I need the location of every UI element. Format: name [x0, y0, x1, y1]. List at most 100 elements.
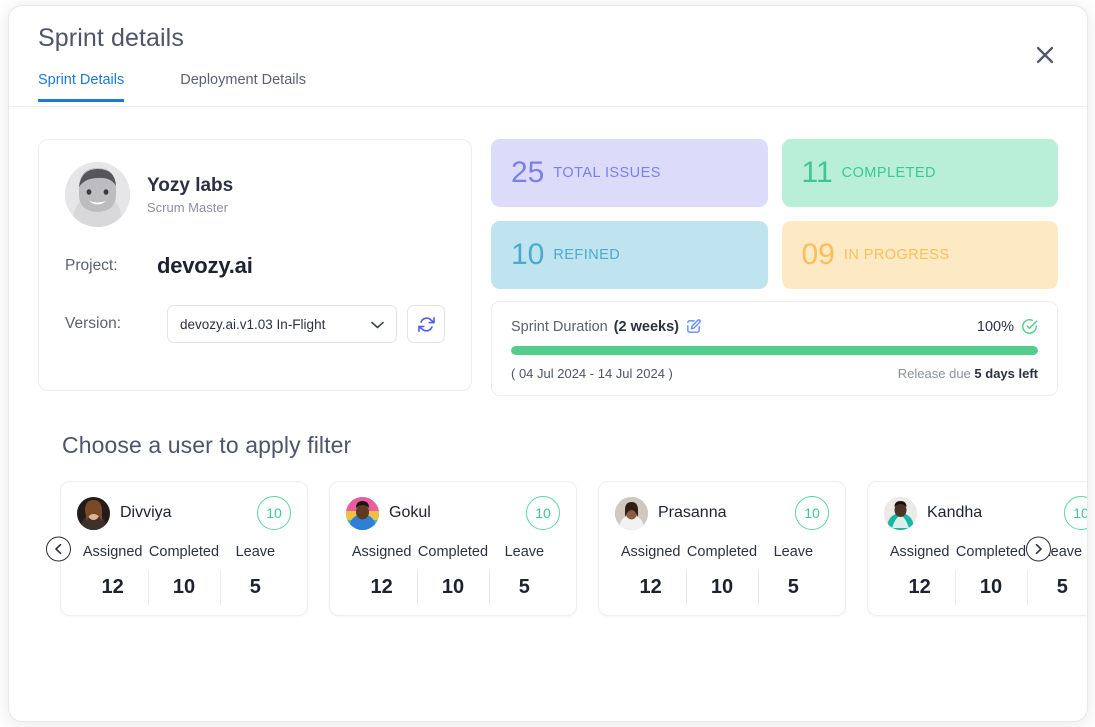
metrics-column: 25 TOTAL ISSUES 11 COMPLETED 10 REFINED …	[491, 139, 1058, 396]
stat-val: 12	[908, 576, 931, 598]
profile-header: Yozy labs Scrum Master	[65, 162, 445, 227]
user-stat-assigned: Assigned 12	[884, 544, 955, 599]
duration-weeks: (2 weeks)	[613, 318, 680, 335]
avatar	[77, 496, 110, 530]
stat-label: IN PROGRESS	[843, 247, 950, 263]
user-badge: 10	[526, 496, 560, 530]
stat-value: 10	[511, 238, 545, 271]
duration-title-group: Sprint Duration (2 weeks)	[511, 318, 702, 335]
sprint-details-modal: Sprint details Sprint Details Deployment…	[8, 5, 1088, 722]
user-name: Divviya	[120, 504, 172, 521]
user-stat-completed: Completed 10	[955, 544, 1027, 605]
user-card-header: Kandha 10	[884, 496, 1087, 530]
stat-val: 12	[370, 576, 393, 598]
release-due: Release due 5 days left	[898, 366, 1038, 381]
profile-card: Yozy labs Scrum Master Project: devozy.a…	[38, 139, 472, 391]
stat-label: TOTAL ISSUES	[553, 165, 661, 181]
chevron-left-icon[interactable]	[46, 536, 71, 561]
user-stat-assigned: Assigned 12	[615, 544, 686, 599]
duration-percent-group: 100%	[977, 318, 1038, 335]
stat-val: 10	[979, 576, 1003, 598]
duration-dates: ( 04 Jul 2024 - 14 Jul 2024 )	[511, 366, 673, 381]
project-value: devozy.ai	[157, 253, 253, 278]
user-stat-assigned: Assigned 12	[77, 544, 148, 599]
stat-key: Assigned	[889, 544, 950, 560]
user-card-kandha[interactable]: Kandha 10 Assigned 12 Completed 10 Leave…	[867, 481, 1087, 616]
version-label: Version:	[65, 315, 122, 332]
user-stat-completed: Completed 10	[686, 544, 758, 605]
duration-progress-track	[511, 346, 1038, 355]
user-stats: Assigned 12 Completed 10 Leave 5	[884, 544, 1087, 605]
stat-val: 5	[787, 576, 799, 598]
avatar	[346, 496, 379, 530]
stat-key: Completed	[686, 544, 758, 560]
user-badge: 10	[257, 496, 291, 530]
stat-key: Completed	[955, 544, 1027, 560]
summary-row: Yozy labs Scrum Master Project: devozy.a…	[38, 139, 1058, 396]
user-badge: 10	[1064, 496, 1087, 530]
avatar	[65, 162, 130, 227]
stat-card-grid: 25 TOTAL ISSUES 11 COMPLETED 10 REFINED …	[491, 139, 1058, 289]
user-card-header: Divviya 10	[77, 496, 291, 530]
version-select[interactable]: devozy.ai.v1.03 In-Flight	[167, 305, 398, 343]
user-card-divviya[interactable]: Divviya 10 Assigned 12 Completed 10 Leav…	[60, 481, 308, 616]
stat-key: Leave	[235, 544, 276, 560]
project-label: Project:	[65, 257, 118, 274]
stat-val: 5	[1056, 576, 1068, 598]
release-due-label: Release due	[897, 366, 971, 381]
check-circle-icon	[1021, 318, 1038, 335]
user-card-track: Divviya 10 Assigned 12 Completed 10 Leav…	[38, 481, 1087, 616]
page-title: Sprint details	[38, 24, 184, 52]
user-name: Prasanna	[658, 504, 727, 521]
user-name: Gokul	[389, 504, 431, 521]
refresh-button[interactable]	[407, 305, 445, 343]
profile-identity: Yozy labs Scrum Master	[147, 174, 233, 215]
stat-key: Completed	[417, 544, 489, 560]
user-card-gokul[interactable]: Gokul 10 Assigned 12 Completed 10 Leave …	[329, 481, 577, 616]
modal-body: Yozy labs Scrum Master Project: devozy.a…	[9, 139, 1087, 616]
user-stats: Assigned 12 Completed 10 Leave 5	[77, 544, 291, 605]
version-select-value: devozy.ai.v1.03 In-Flight	[180, 316, 326, 332]
tab-deployment-details[interactable]: Deployment Details	[180, 72, 306, 99]
close-icon[interactable]	[1029, 39, 1061, 71]
release-due-value: 5 days left	[974, 366, 1038, 381]
filter-heading: Choose a user to apply filter	[62, 432, 352, 458]
stat-card-completed[interactable]: 11 COMPLETED	[781, 139, 1058, 207]
stat-key: Assigned	[351, 544, 412, 560]
stat-label: COMPLETED	[841, 165, 936, 181]
user-stat-completed: Completed 10	[148, 544, 219, 605]
project-row: Project: devozy.ai	[65, 253, 445, 279]
profile-name: Yozy labs	[147, 175, 234, 197]
stat-key: Assigned	[82, 544, 143, 560]
user-stats: Assigned 12 Completed 10 Leave 5	[346, 544, 560, 605]
user-card-prasanna[interactable]: Prasanna 10 Assigned 12 Completed 10 Lea…	[598, 481, 846, 616]
duration-percent: 100%	[976, 318, 1014, 335]
stat-val: 10	[441, 576, 465, 598]
duration-footer: ( 04 Jul 2024 - 14 Jul 2024 ) Release du…	[511, 366, 1038, 381]
user-name: Kandha	[927, 504, 983, 521]
stat-val: 12	[639, 576, 662, 598]
tab-bar: Sprint Details Deployment Details	[38, 72, 306, 102]
avatar	[884, 496, 917, 530]
stat-key: Leave	[504, 544, 545, 560]
edit-icon[interactable]	[685, 318, 702, 335]
header-divider	[9, 106, 1087, 107]
user-card-header: Prasanna 10	[615, 496, 829, 530]
stat-val: 5	[518, 576, 530, 598]
stat-key: Leave	[773, 544, 814, 560]
user-stats: Assigned 12 Completed 10 Leave 5	[615, 544, 829, 605]
user-stat-leave: Leave 5	[488, 544, 560, 605]
user-carousel: Divviya 10 Assigned 12 Completed 10 Leav…	[38, 481, 1087, 616]
chevron-down-icon	[371, 318, 384, 331]
stat-card-total-issues[interactable]: 25 TOTAL ISSUES	[491, 139, 768, 207]
stat-card-in-progress[interactable]: 09 IN PROGRESS	[781, 221, 1058, 289]
tab-sprint-details[interactable]: Sprint Details	[38, 72, 125, 102]
modal-header: Sprint details Sprint Details Deployment…	[9, 6, 1087, 107]
user-stat-leave: Leave 5	[757, 544, 829, 605]
stat-card-refined[interactable]: 10 REFINED	[491, 221, 768, 289]
avatar	[615, 496, 648, 530]
stat-val: 12	[101, 576, 124, 598]
duration-title: Sprint Duration	[511, 318, 608, 335]
user-card-header: Gokul 10	[346, 496, 560, 530]
chevron-right-icon[interactable]	[1026, 536, 1051, 561]
